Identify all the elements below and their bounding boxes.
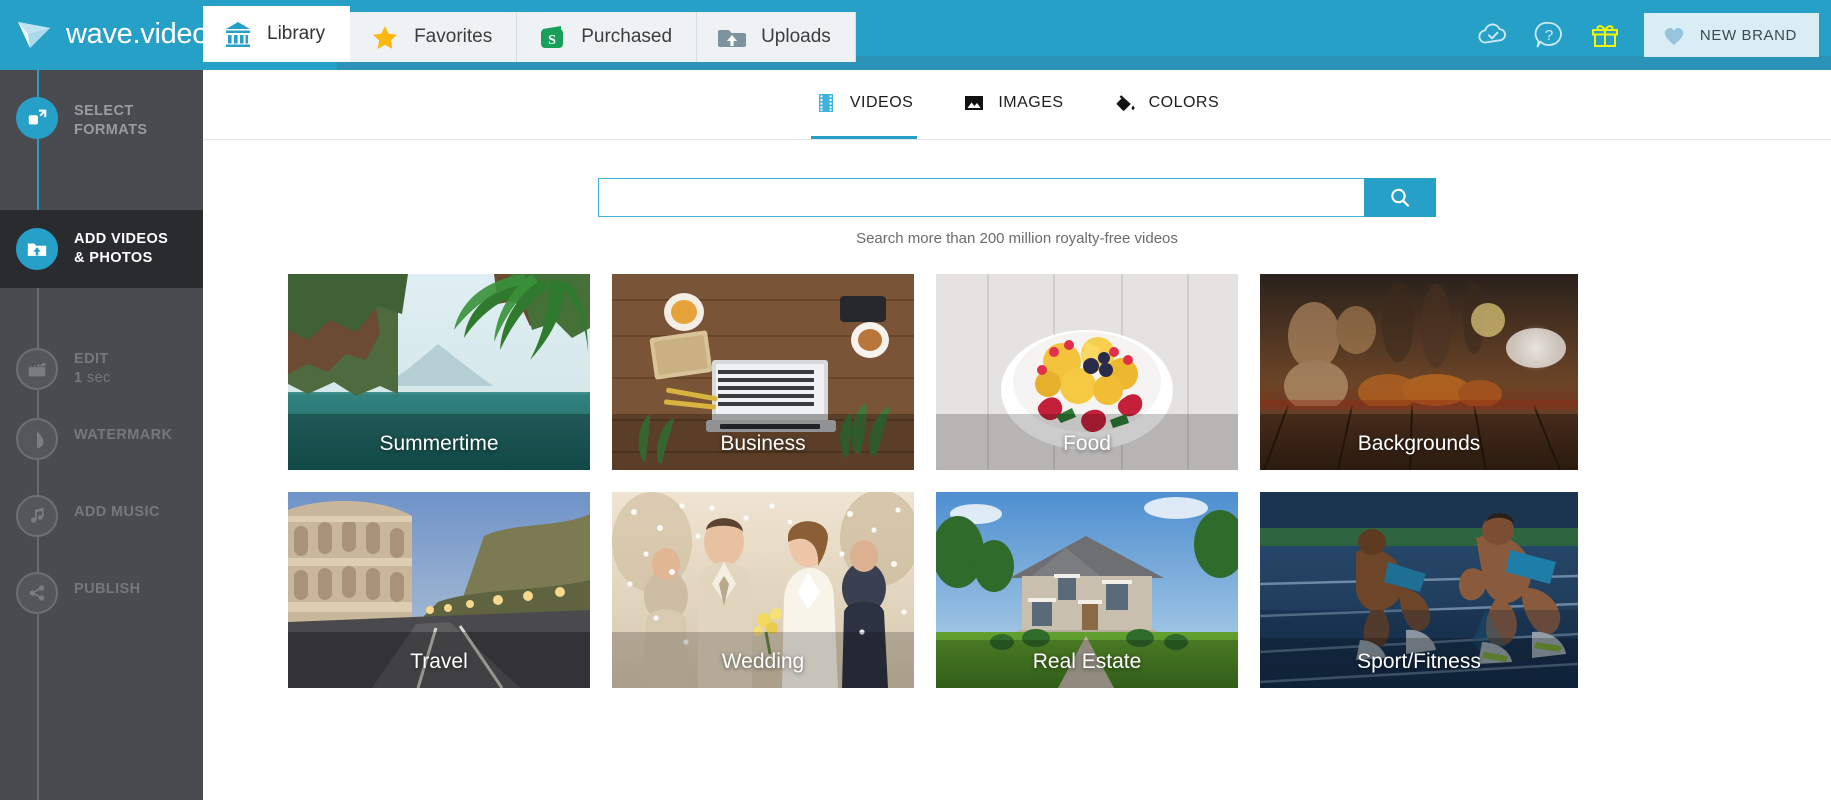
subtab-images-label: IMAGES xyxy=(998,94,1064,111)
add-media-icon xyxy=(27,243,47,256)
tab-uploads[interactable]: Uploads xyxy=(697,12,856,62)
publish-label: PUBLISH xyxy=(74,581,141,597)
search-box xyxy=(598,178,1436,217)
subtab-images[interactable]: IMAGES xyxy=(959,70,1067,139)
subtab-colors[interactable]: COLORS xyxy=(1110,70,1224,139)
photo-icon xyxy=(965,96,984,110)
tab-purchased-label: Purchased xyxy=(581,26,673,47)
tab-purchased[interactable]: S Purchased xyxy=(517,12,698,62)
share-icon xyxy=(29,585,45,601)
edit-duration: 1 sec xyxy=(74,369,111,388)
svg-text:S: S xyxy=(548,33,556,48)
header-actions: ? NEW BRAND xyxy=(1476,0,1831,70)
search-icon xyxy=(1391,188,1410,207)
header-tabs: Library Favorites S Purchased Uploads xyxy=(203,6,856,62)
category-label-wedding: Wedding xyxy=(721,650,805,673)
sidebar-item-edit[interactable]: EDIT 1 sec xyxy=(0,340,203,400)
new-brand-label: NEW BRAND xyxy=(1699,26,1797,44)
watermark-step-dot xyxy=(16,418,58,460)
sidebar-item-select-formats[interactable]: SELECT FORMATS xyxy=(0,86,203,150)
search-button[interactable] xyxy=(1364,178,1436,217)
folder-upload-icon xyxy=(718,30,747,47)
tab-favorites[interactable]: Favorites xyxy=(350,12,518,62)
workflow-sidebar: SELECT FORMATS ADD VIDEOS & PHOTOS EDIT … xyxy=(0,70,223,800)
sidebar-item-watermark[interactable]: WATERMARK xyxy=(0,417,203,461)
category-card-backgrounds[interactable]: Backgrounds xyxy=(1260,274,1578,470)
sidebar-item-add-music[interactable]: ADD MUSIC xyxy=(0,494,203,538)
help-icon[interactable]: ? xyxy=(1532,18,1566,52)
subtab-videos[interactable]: VIDEOS xyxy=(810,70,918,139)
brand-logo-area[interactable]: wave.video xyxy=(14,10,208,58)
brand-name: wave.video xyxy=(66,17,209,50)
search-input[interactable] xyxy=(598,178,1364,217)
category-label-business: Business xyxy=(720,432,806,455)
watermark-label: WATERMARK xyxy=(74,427,173,443)
sidebar-item-publish[interactable]: PUBLISH xyxy=(0,571,203,615)
add-media-line1: ADD VIDEOS xyxy=(74,231,169,247)
category-card-food[interactable]: Food xyxy=(936,274,1238,470)
edit-duration-value: 1 xyxy=(74,370,83,386)
edit-line1: EDIT xyxy=(74,351,109,367)
tab-favorites-label: Favorites xyxy=(414,26,493,47)
music-note-icon xyxy=(30,507,44,523)
add-media-step-dot xyxy=(16,228,58,270)
edit-label: EDIT 1 sec xyxy=(74,350,111,388)
select-formats-step-dot xyxy=(16,97,58,139)
category-label-real-estate: Real Estate xyxy=(1032,650,1142,673)
paint-bucket-icon xyxy=(1116,95,1135,111)
category-card-travel[interactable]: Travel xyxy=(288,492,590,688)
wave-play-logo-icon xyxy=(18,22,50,48)
tab-uploads-label: Uploads xyxy=(761,26,831,47)
select-formats-line2: FORMATS xyxy=(74,122,148,138)
watermark-drop-icon xyxy=(30,430,44,449)
wave-video-editor: wave.video Library Favorites S Purchased… xyxy=(0,0,1831,800)
cloud-saved-icon[interactable] xyxy=(1476,18,1510,52)
edit-duration-unit: sec xyxy=(86,370,111,386)
category-card-real-estate[interactable]: Real Estate xyxy=(936,492,1238,688)
category-grid: Summertime Business Food Backgrounds Tra… xyxy=(288,274,1708,688)
star-icon xyxy=(373,26,398,49)
add-media-line2: & PHOTOS xyxy=(74,250,153,266)
category-label-food: Food xyxy=(1063,432,1111,455)
add-music-label: ADD MUSIC xyxy=(74,504,160,520)
sidebar-item-add-videos-photos[interactable]: ADD VIDEOS & PHOTOS xyxy=(0,220,203,280)
top-header-bar: wave.video Library Favorites S Purchased… xyxy=(0,0,1831,70)
category-label-travel: Travel xyxy=(410,650,468,673)
formats-icon xyxy=(28,109,47,125)
tab-library-label: Library xyxy=(267,23,326,44)
category-label-sport-fitness: Sport/Fitness xyxy=(1357,650,1481,673)
svg-text:?: ? xyxy=(1545,27,1553,44)
search-hint: Search more than 200 million royalty-fre… xyxy=(856,230,1178,247)
category-label-summertime: Summertime xyxy=(379,432,499,455)
gift-icon[interactable] xyxy=(1588,18,1622,52)
media-type-tabs: VIDEOS IMAGES COLORS xyxy=(203,70,1831,140)
edit-step-dot xyxy=(16,348,58,390)
category-card-summertime[interactable]: Summertime xyxy=(288,274,590,470)
bank-library-icon xyxy=(226,22,250,47)
money-bag-icon: S xyxy=(541,26,564,48)
add-media-label: ADD VIDEOS & PHOTOS xyxy=(74,230,168,268)
add-music-step-dot xyxy=(16,495,58,537)
select-formats-line1: SELECT xyxy=(74,103,134,119)
category-card-business[interactable]: Business xyxy=(612,274,914,470)
publish-step-dot xyxy=(16,572,58,614)
subtab-colors-label: COLORS xyxy=(1148,94,1220,111)
film-strip-icon xyxy=(818,94,833,112)
category-label-backgrounds: Backgrounds xyxy=(1357,432,1481,455)
select-formats-label: SELECT FORMATS xyxy=(74,102,147,140)
category-card-wedding[interactable]: Wedding xyxy=(612,492,914,688)
subtab-videos-label: VIDEOS xyxy=(849,94,914,111)
search-area: Search more than 200 million royalty-fre… xyxy=(203,178,1831,247)
tab-library[interactable]: Library xyxy=(203,6,351,62)
new-brand-button[interactable]: NEW BRAND xyxy=(1643,13,1819,57)
clapperboard-icon xyxy=(28,362,46,377)
category-card-sport-fitness[interactable]: Sport/Fitness xyxy=(1260,492,1578,688)
main-content: VIDEOS IMAGES COLORS Search more than 20… xyxy=(203,70,1831,800)
heart-brand-icon xyxy=(1664,27,1684,45)
